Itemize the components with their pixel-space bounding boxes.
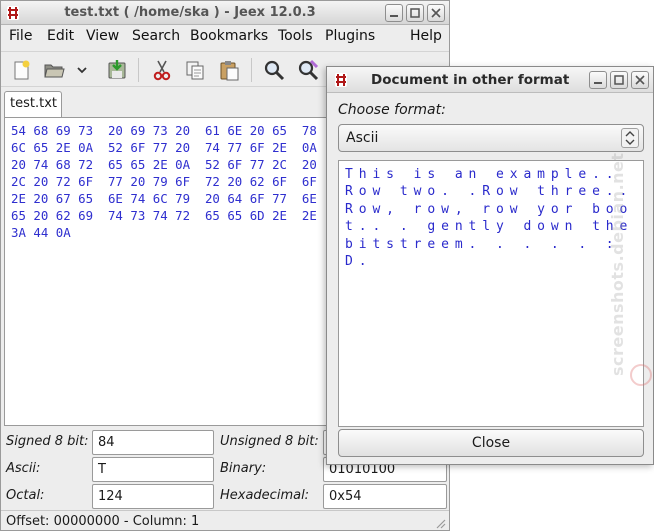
minimize-icon <box>594 82 602 84</box>
new-file-button[interactable] <box>8 57 34 83</box>
statusbar: Offset: 00000000 - Column: 1 <box>1 510 449 531</box>
unsigned-8bit-label: Unsigned 8 bit: <box>220 434 319 449</box>
maximize-button[interactable] <box>406 4 424 22</box>
copy-button[interactable] <box>182 57 208 83</box>
cut-button[interactable] <box>149 57 175 83</box>
find-icon <box>264 60 285 81</box>
octal-label: Octal: <box>6 488 45 503</box>
watermark-logo-icon <box>630 364 652 386</box>
choose-format-label: Choose format: <box>338 102 446 118</box>
hex-line: 20 74 68 72 65 65 2E 0A 52 6F 77 2C 20 <box>11 157 317 172</box>
dialog-titlebar[interactable]: Document in other format <box>327 67 653 93</box>
hexadecimal-field[interactable]: 0x54 <box>323 484 447 509</box>
find-button[interactable] <box>261 57 287 83</box>
save-icon <box>108 60 126 79</box>
minimize-icon <box>390 15 398 17</box>
toolbar-separator <box>138 58 139 82</box>
watermark-text: screenshots.debian.net <box>608 152 627 376</box>
close-icon <box>635 75 645 85</box>
dialog-close-window-button[interactable] <box>631 71 649 89</box>
menu-plugins[interactable]: Plugins <box>325 28 375 44</box>
hex-line: 2E 20 67 65 6E 74 6C 79 20 64 6F 77 6E <box>11 191 317 206</box>
copy-icon <box>186 61 204 80</box>
paste-icon <box>220 61 239 81</box>
resize-grip-icon[interactable] <box>434 517 446 529</box>
format-select-arrow[interactable] <box>621 128 639 148</box>
format-select[interactable]: Ascii <box>338 124 644 152</box>
maximize-icon <box>410 8 420 18</box>
new-file-icon <box>14 60 30 80</box>
octal-field[interactable]: 124 <box>92 484 214 509</box>
converted-text-view[interactable]: This is an example.. Row two. .Row three… <box>338 160 644 427</box>
cut-icon <box>153 60 171 81</box>
hex-line: 65 20 62 69 74 73 74 72 65 65 6D 2E 2E <box>11 208 317 223</box>
dialog-minimize-button[interactable] <box>589 71 607 89</box>
format-dialog: Document in other format Choose format: … <box>326 66 654 465</box>
close-button[interactable]: Close <box>338 429 644 457</box>
tab-test-txt[interactable]: test.txt <box>4 91 62 117</box>
hex-line: 3A 44 0A <box>11 225 71 240</box>
binary-label: Binary: <box>220 461 267 476</box>
paste-button[interactable] <box>216 57 242 83</box>
format-select-value: Ascii <box>346 130 379 146</box>
hex-line: 54 68 69 73 20 69 73 20 61 6E 20 65 78 <box>11 123 317 138</box>
hex-line: 6C 65 2E 0A 52 6F 77 20 74 77 6F 2E 0A <box>11 140 317 155</box>
updown-arrows-icon <box>625 131 635 145</box>
minimize-button[interactable] <box>385 4 403 22</box>
hex-line: 2C 20 72 6F 77 20 79 6F 72 20 62 6F 6F <box>11 174 317 189</box>
converted-text: This is an example.. Row two. .Row three… <box>345 167 634 270</box>
dialog-title: Document in other format <box>371 72 570 88</box>
menu-bookmarks[interactable]: Bookmarks <box>190 28 268 44</box>
menu-edit[interactable]: Edit <box>47 28 74 44</box>
jeex-app-icon <box>335 73 347 87</box>
dropdown-arrow-icon <box>77 67 87 74</box>
save-button[interactable] <box>104 57 130 83</box>
open-folder-icon <box>44 64 65 78</box>
menu-view[interactable]: View <box>86 28 119 44</box>
close-icon <box>431 8 441 18</box>
open-recent-dropdown[interactable] <box>73 57 91 83</box>
window-title: test.txt ( /home/ska ) - Jeex 12.0.3 <box>64 5 316 20</box>
ascii-field[interactable]: T <box>92 457 214 482</box>
hexadecimal-label: Hexadecimal: <box>220 488 310 503</box>
menu-help[interactable]: Help <box>410 28 442 44</box>
menu-file[interactable]: File <box>9 28 32 44</box>
maximize-icon <box>614 75 624 85</box>
menu-tools[interactable]: Tools <box>278 28 313 44</box>
status-text: Offset: 00000000 - Column: 1 <box>6 514 200 529</box>
menu-search[interactable]: Search <box>132 28 180 44</box>
find-replace-button[interactable] <box>295 57 321 83</box>
close-window-button[interactable] <box>427 4 445 22</box>
toolbar-separator <box>251 58 252 82</box>
find-replace-icon <box>298 59 319 81</box>
dialog-maximize-button[interactable] <box>610 71 628 89</box>
ascii-label: Ascii: <box>6 461 41 476</box>
signed-8bit-label: Signed 8 bit: <box>6 434 89 449</box>
close-button-label: Close <box>471 435 511 451</box>
signed-8bit-field[interactable]: 84 <box>92 430 214 455</box>
menubar: File Edit View Search Bookmarks Tools Pl… <box>1 25 449 49</box>
main-titlebar[interactable]: test.txt ( /home/ska ) - Jeex 12.0.3 <box>1 1 449 25</box>
open-file-button[interactable] <box>41 57 67 83</box>
